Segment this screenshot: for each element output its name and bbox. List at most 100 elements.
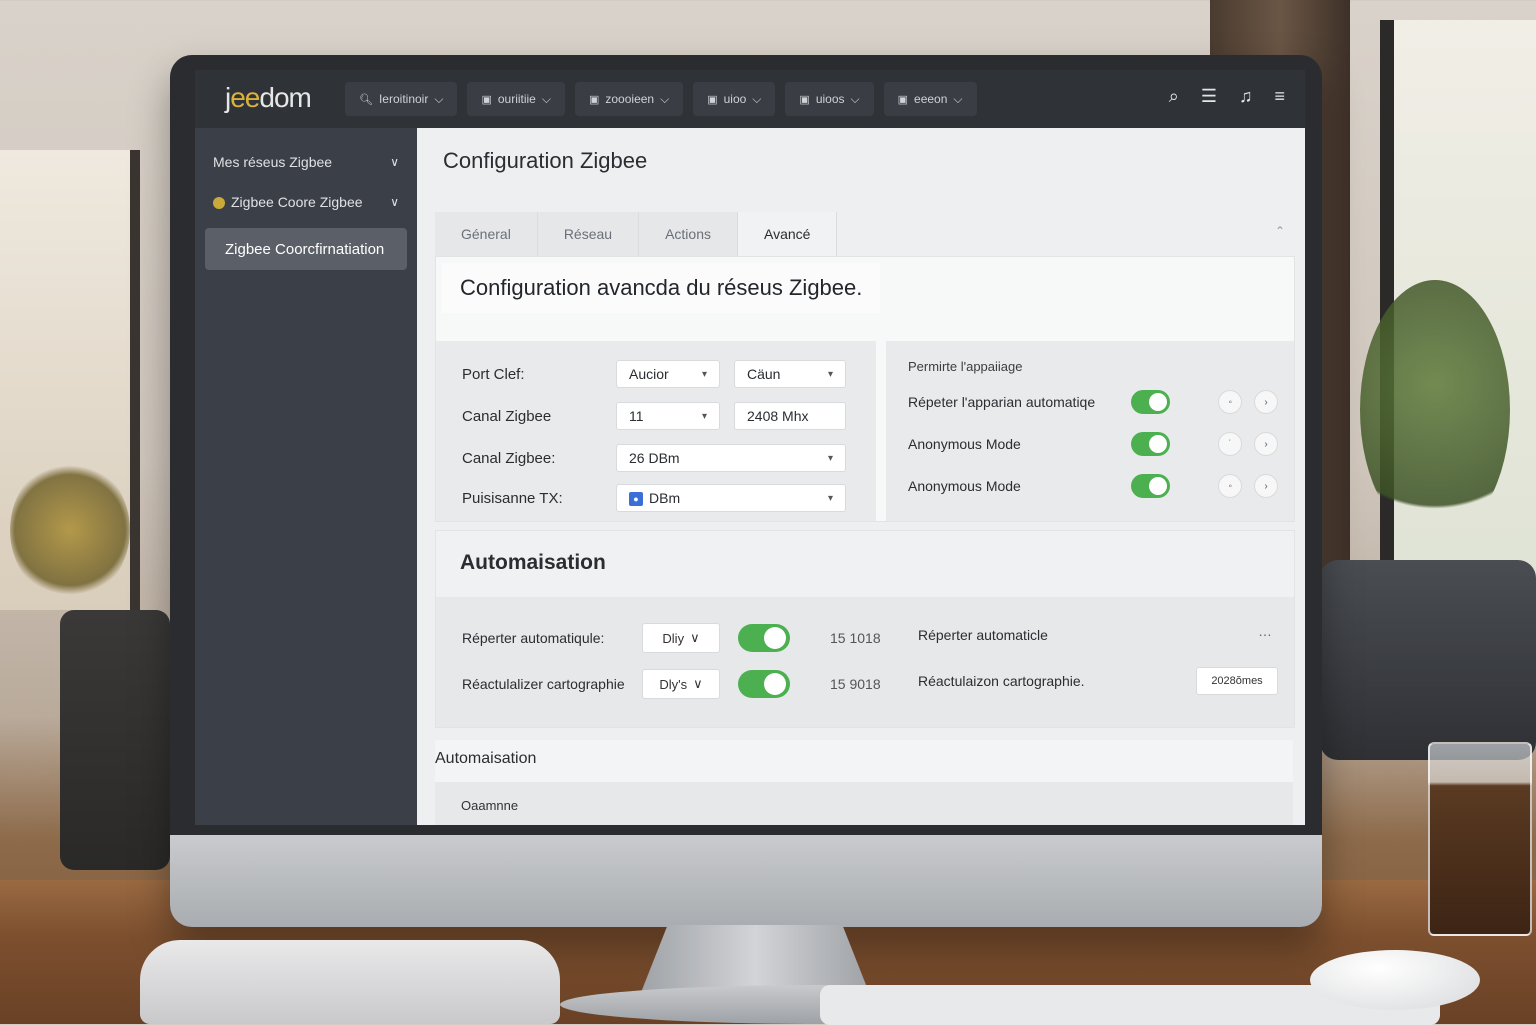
tx-power-select[interactable]: ● DBm ▾ bbox=[616, 484, 846, 512]
section-title: Automaisation bbox=[435, 750, 537, 767]
room-plant bbox=[1360, 280, 1510, 540]
row-right-label: Réperter automaticle bbox=[918, 627, 1048, 643]
refresh-map-toggle[interactable] bbox=[738, 670, 790, 698]
topbar: jeedom 🔍︎ Ieroitinoir ⌵ ▣ ouriitiie ⌵ ▣ … bbox=[195, 70, 1305, 128]
tab-network[interactable]: Réseau bbox=[537, 212, 640, 256]
automation-row: Réactulalizer cartographie Dly's ∨ 15 90… bbox=[462, 669, 900, 699]
next-button[interactable]: › bbox=[1254, 432, 1278, 456]
zigbee-icon bbox=[213, 197, 225, 210]
nav-item-label: uioo bbox=[723, 92, 747, 106]
logo-accent: ee bbox=[230, 82, 260, 113]
sidebar-item-active[interactable]: Zigbee Coorcfirnatiation bbox=[205, 228, 407, 270]
nav-item-4[interactable]: ▣ uioos ⌵ bbox=[785, 82, 874, 116]
chevron-down-icon: ▾ bbox=[827, 452, 833, 464]
chevron-down-icon: ⌵ bbox=[541, 91, 551, 106]
select-value: Cäun bbox=[747, 366, 781, 382]
chevron-down-icon: ∨ bbox=[390, 155, 399, 169]
toggle-row: Anonymous Mode ◦ › bbox=[908, 471, 1278, 501]
nav-item-5[interactable]: ▣ eeeon ⌵ bbox=[883, 82, 977, 116]
sidebar-item-label: Mes réseus Zigbee bbox=[213, 154, 333, 170]
nav-item-2[interactable]: ▣ zoooieen ⌵ bbox=[574, 82, 684, 116]
timestamp-field[interactable]: 2028ŏmes bbox=[1196, 667, 1278, 695]
row-right-label: Réactulaizon cartographie. bbox=[918, 673, 1085, 689]
sidebar-item-coordinator-group[interactable]: Zigbee Coore Zigbee ∨ bbox=[195, 182, 417, 222]
info-button[interactable]: ˙ bbox=[1218, 432, 1243, 456]
chevron-down-icon: ∨ bbox=[693, 676, 703, 691]
more-icon[interactable]: … bbox=[1258, 623, 1272, 639]
card-title: Configuration avancda du réseus Zigbee. bbox=[442, 263, 881, 313]
interval-select[interactable]: Dliy ∨ bbox=[642, 623, 720, 653]
select-value: 11 bbox=[629, 408, 644, 424]
select-value: 26 DBm bbox=[629, 450, 680, 466]
automation-body: Réperter automatiqule: Dliy ∨ 15 1018 Ré… bbox=[436, 597, 1294, 727]
top-icons: ⌕ ☰ ♫ ≡ bbox=[1169, 86, 1285, 107]
next-button[interactable]: › bbox=[1254, 474, 1278, 498]
nav-item-1[interactable]: ▣ ouriitiie ⌵ bbox=[467, 82, 565, 116]
sidebar-item-networks[interactable]: Mes réseus Zigbee ∨ bbox=[195, 142, 417, 182]
auto-repeat-toggle[interactable] bbox=[1130, 390, 1171, 414]
tab-general[interactable]: Géneral bbox=[435, 212, 538, 256]
menu-icon[interactable]: ≡ bbox=[1274, 86, 1285, 107]
row-label: Réperter automatiqule: bbox=[462, 630, 605, 646]
section-title: Automaisation bbox=[460, 551, 606, 574]
nav-item-3[interactable]: ▣ uioo ⌵ bbox=[693, 82, 776, 116]
field-value: 2408 Mhx bbox=[747, 408, 809, 424]
pairing-options: Permirte l'appaiiage Répeter l'apparian … bbox=[886, 341, 1294, 521]
row-label: Réactulalizer cartographie bbox=[462, 676, 625, 692]
page-title: Configuration Zigbee bbox=[443, 148, 648, 173]
nav-item-search[interactable]: 🔍︎ Ieroitinoir ⌵ bbox=[345, 82, 458, 116]
sound-icon[interactable]: ♫ bbox=[1239, 86, 1253, 107]
frequency-field[interactable]: 2408 Mhx bbox=[734, 402, 846, 430]
logo[interactable]: jeedom bbox=[225, 82, 312, 114]
screen: jeedom 🔍︎ Ieroitinoir ⌵ ▣ ouriitiie ⌵ ▣ … bbox=[195, 70, 1305, 825]
info-button[interactable]: ◦ bbox=[1218, 390, 1243, 414]
tab-bar: Géneral Réseau Actions Avancé bbox=[435, 212, 838, 256]
chevron-down-icon: ▾ bbox=[827, 492, 833, 504]
auto-repeat-toggle[interactable] bbox=[738, 624, 790, 652]
search-icon[interactable]: ⌕ bbox=[1169, 86, 1179, 107]
box-icon: ▣ bbox=[897, 93, 909, 106]
port-select[interactable]: Aucior ▾ bbox=[616, 360, 720, 388]
select-value: Aucior bbox=[629, 366, 669, 382]
main-content: Configuration Zigbee Géneral Réseau Acti… bbox=[417, 128, 1305, 825]
power-select[interactable]: 26 DBm ▾ bbox=[616, 444, 846, 472]
nav-item-label: uioos bbox=[815, 92, 845, 106]
box-icon: ▣ bbox=[588, 93, 600, 106]
tab-advanced[interactable]: Avancé bbox=[738, 212, 838, 256]
room-chair bbox=[60, 610, 170, 870]
toggle-label: Anonymous Mode bbox=[908, 436, 1021, 452]
mouse bbox=[1310, 950, 1480, 1010]
tab-actions[interactable]: Actions bbox=[639, 212, 738, 256]
port-mode-select[interactable]: Cäun ▾ bbox=[734, 360, 846, 388]
chevron-down-icon: ▾ bbox=[701, 410, 707, 422]
search-icon: 🔍︎ bbox=[359, 93, 373, 106]
next-button[interactable]: › bbox=[1254, 390, 1278, 414]
form-label: Canal Zigbee: bbox=[462, 449, 556, 467]
row-value: 15 9018 bbox=[830, 676, 881, 692]
top-nav: 🔍︎ Ieroitinoir ⌵ ▣ ouriitiie ⌵ ▣ zoooiee… bbox=[345, 82, 977, 116]
notes-icon[interactable]: ☰ bbox=[1201, 86, 1217, 107]
select-value: DBm bbox=[649, 489, 681, 506]
refresh-select[interactable]: Dly's ∨ bbox=[642, 669, 720, 699]
room-sofa bbox=[1320, 560, 1536, 760]
channel-select[interactable]: 11 ▾ bbox=[616, 402, 720, 430]
permit-join-label: Permirte l'appaiiage bbox=[908, 359, 1023, 374]
box-icon: ▣ bbox=[481, 93, 492, 106]
info-button[interactable]: ◦ bbox=[1218, 474, 1243, 498]
chevron-down-icon: ▾ bbox=[827, 368, 833, 380]
chevron-down-icon: ⌵ bbox=[953, 91, 963, 106]
unit-icon: ● bbox=[629, 492, 643, 507]
section-row: Oaamnne bbox=[461, 798, 519, 813]
form-label: Port Clef: bbox=[462, 365, 525, 383]
speaker bbox=[140, 940, 560, 1024]
form-label: Puisisanne TX: bbox=[462, 489, 563, 507]
nav-item-label: zoooieen bbox=[605, 92, 655, 106]
chevron-down-icon: ▾ bbox=[701, 368, 707, 380]
sidebar-item-label: Zigbee Coore Zigbee bbox=[231, 194, 363, 210]
nav-item-label: ouriitiie bbox=[497, 92, 536, 106]
anonymous-mode-toggle[interactable] bbox=[1130, 432, 1171, 456]
collapse-icon[interactable]: ⌃ bbox=[1275, 224, 1285, 238]
anonymous-mode-toggle-2[interactable] bbox=[1130, 474, 1171, 498]
chevron-down-icon: ⌵ bbox=[434, 91, 444, 106]
nav-item-label: Ieroitinoir bbox=[378, 92, 429, 106]
